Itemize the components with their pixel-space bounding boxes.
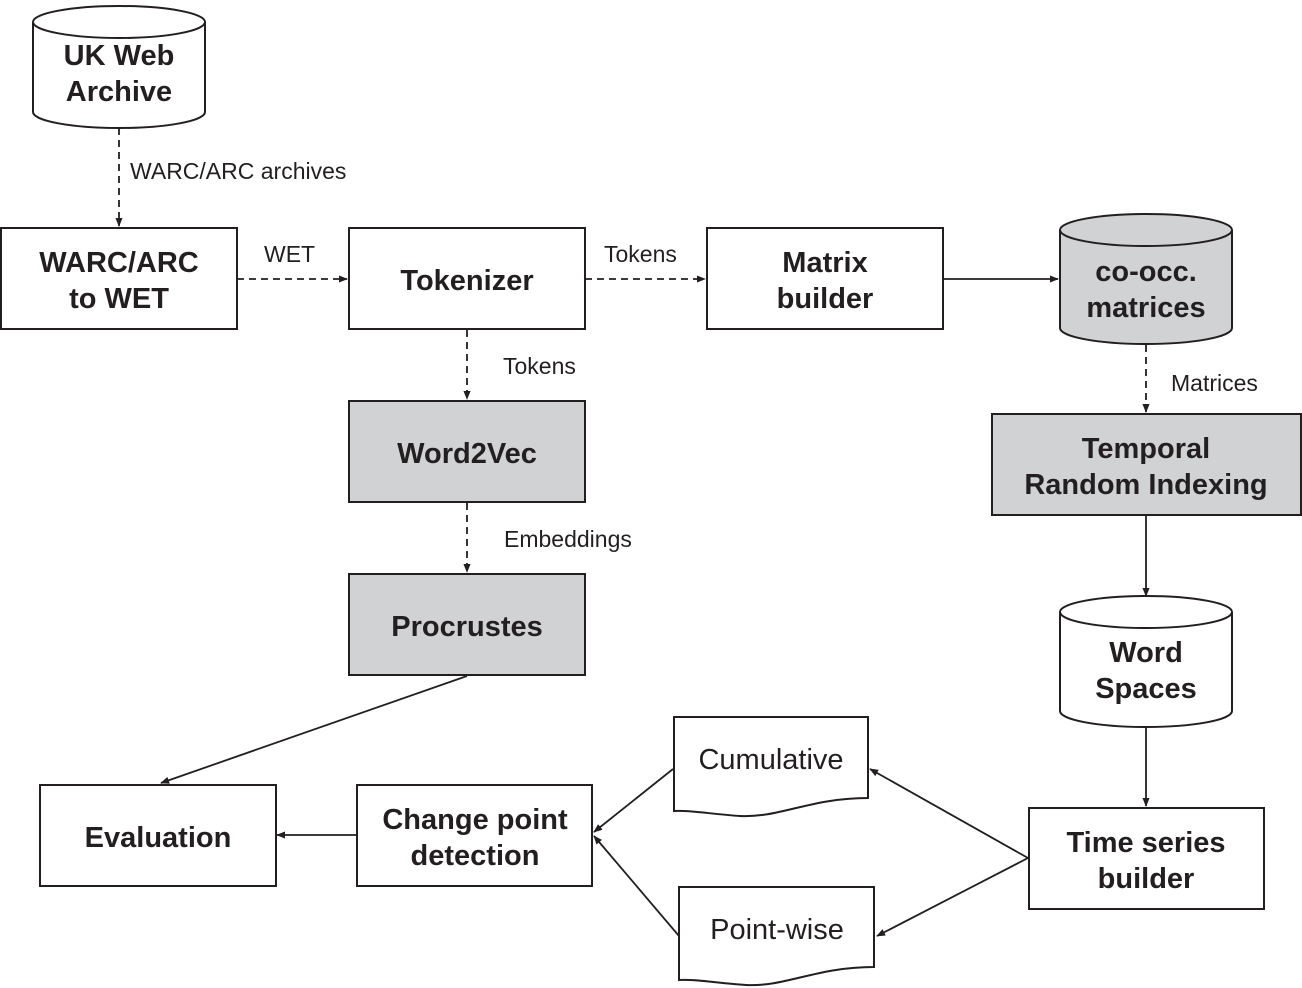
pipeline-diagram: WARC/ARC archives WET Tokens Tokens Matr…	[0, 5, 1302, 987]
node-pointwise: Point-wise	[678, 886, 875, 987]
edge-timeseries-to-cumulative	[869, 768, 1029, 859]
node-uk-web-archive: UK Web Archive	[32, 5, 206, 129]
node-matrix-builder: Matrix builder	[706, 227, 944, 330]
node-label-line: Spaces	[1095, 673, 1197, 705]
node-label-line: detection	[411, 840, 540, 872]
node-label-line: Cumulative	[698, 744, 843, 776]
edge-cumulative-to-changepoint	[593, 768, 674, 833]
node-label-line: builder	[1098, 863, 1195, 895]
edge-timeseries-to-pointwise	[876, 857, 1029, 937]
node-time-series-builder: Time series builder	[1028, 807, 1265, 910]
node-label-line: Procrustes	[391, 611, 543, 643]
edge-label-embeddings: Embeddings	[504, 526, 632, 552]
node-temporal-random-indexing: Temporal Random Indexing	[991, 413, 1302, 516]
node-label-line: builder	[777, 283, 874, 315]
edge-label-tokens-down: Tokens	[503, 353, 576, 379]
node-label-line: to WET	[69, 283, 169, 315]
node-warc-to-wet: WARC/ARC to WET	[0, 227, 238, 330]
node-label-line: Time series	[1066, 827, 1225, 859]
node-label-line: WARC/ARC	[39, 247, 199, 279]
node-word2vec: Word2Vec	[348, 400, 586, 503]
node-label-line: Change point	[382, 804, 568, 836]
node-word-spaces: Word Spaces	[1059, 595, 1233, 728]
node-label-line: Point-wise	[710, 914, 844, 946]
node-tokenizer: Tokenizer	[348, 227, 586, 330]
edge-label-matrices: Matrices	[1171, 370, 1258, 396]
edge-label-wet: WET	[264, 241, 315, 267]
node-label-line: Word	[1109, 637, 1183, 669]
node-label-line: Archive	[66, 76, 172, 108]
node-label-line: matrices	[1086, 292, 1205, 324]
node-label-line: Word2Vec	[397, 438, 537, 470]
edge-pointwise-to-changepoint	[593, 835, 680, 937]
node-label-line: Matrix	[782, 247, 867, 279]
node-label-line: co-occ.	[1095, 256, 1197, 288]
node-label-line: Temporal	[1082, 433, 1210, 465]
node-cumulative: Cumulative	[673, 716, 869, 818]
edge-label-tokens-right: Tokens	[604, 241, 677, 267]
edge-procrustes-to-evaluation	[160, 675, 468, 784]
node-label-line: Random Indexing	[1024, 469, 1267, 501]
node-label-line: UK Web	[64, 40, 175, 72]
node-label-line: Evaluation	[85, 822, 232, 854]
edge-label-warc-archives: WARC/ARC archives	[130, 158, 346, 184]
node-label-line: Tokenizer	[400, 265, 533, 297]
node-change-point-detection: Change point detection	[356, 784, 593, 887]
node-evaluation: Evaluation	[39, 784, 277, 887]
node-cooc-matrices: co-occ. matrices	[1059, 213, 1233, 345]
node-procrustes: Procrustes	[348, 573, 586, 676]
